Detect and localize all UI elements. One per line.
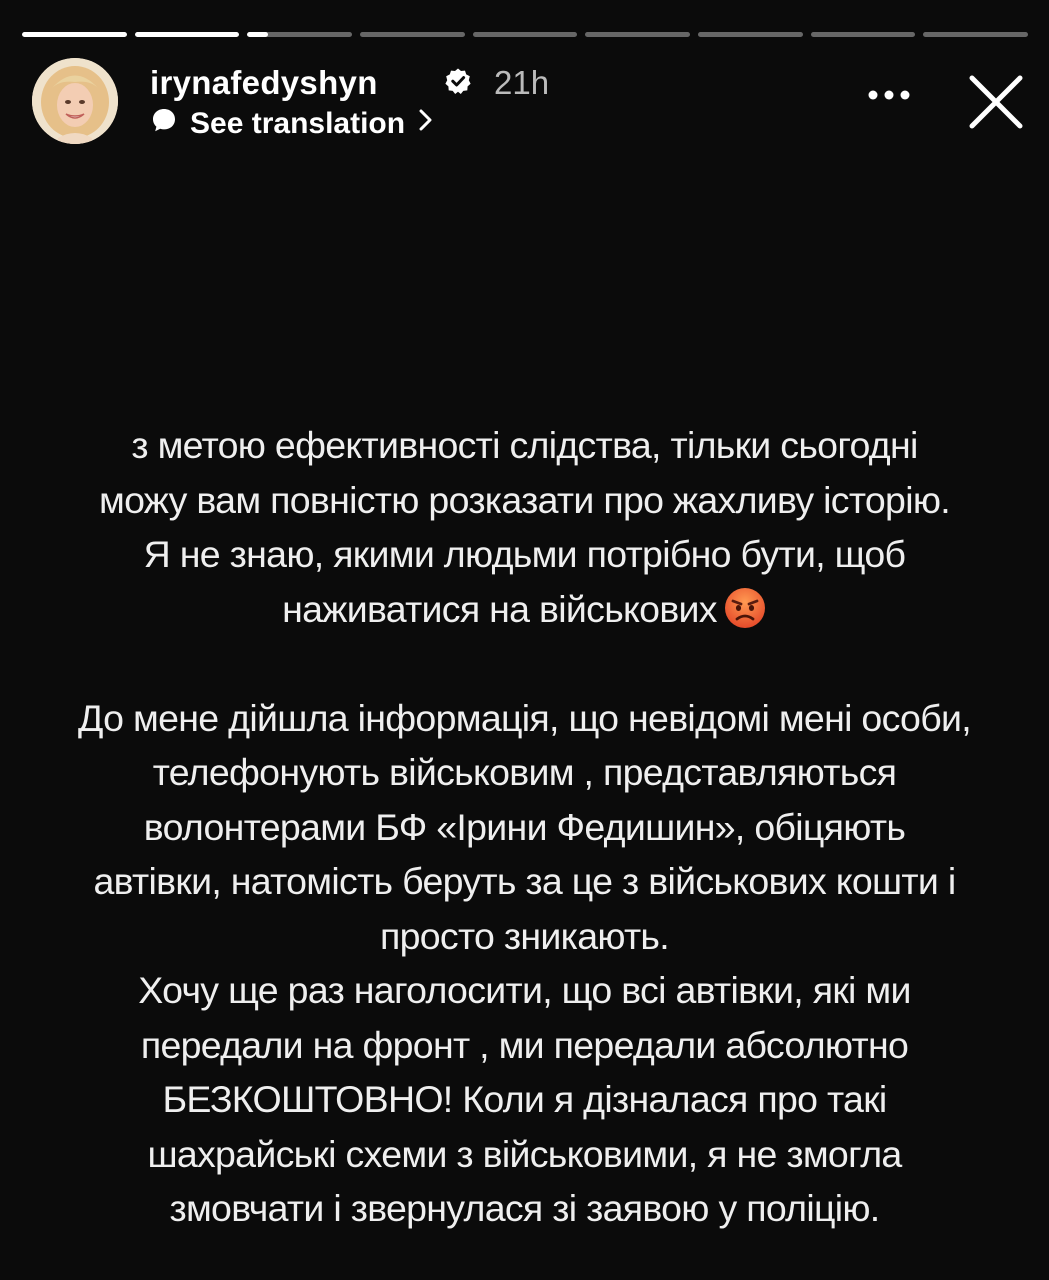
progress-segment-1 — [22, 32, 127, 37]
story-text-line: шахрайські схеми з військовими, я не змо… — [147, 1132, 902, 1175]
story-text-line: телефонують військовим , представляються — [152, 751, 897, 793]
progress-segment-6 — [585, 32, 691, 37]
post-time: 21h — [494, 64, 550, 101]
story-text-line: волонтерами БФ «Ірини Федишин», обіцяють — [143, 805, 906, 848]
progress-segment-4 — [360, 32, 465, 37]
progress-segment-9 — [923, 32, 1029, 37]
story-text-line: змовчати і звернулася зі заявою у поліці… — [169, 1187, 880, 1229]
username[interactable]: irynafedyshyn — [150, 64, 378, 102]
progress-segment-7 — [698, 32, 803, 37]
story-text-line-with-emoji: наживатися на військових — [12, 582, 1037, 637]
progress-segment-3 — [247, 32, 353, 37]
story-text-line: можу вам повністю розказати про жахливу … — [98, 478, 951, 521]
story-text-line: БЕЗКОШТОВНО! Коли я дізналася про такі — [162, 1078, 887, 1120]
story-progress-bar — [22, 32, 1029, 38]
progress-segment-2 — [134, 32, 240, 37]
verified-badge-icon — [444, 67, 472, 95]
progress-segment-8 — [810, 32, 916, 37]
story-text-line: просто зникають. — [380, 914, 670, 957]
story-text-fragment: наживатися на військових — [282, 587, 717, 630]
story-header: irynafedyshyn 21h See translation — [32, 58, 1026, 148]
story-text-line: автівки, натомість беруть за це з військ… — [93, 860, 956, 902]
chevron-right-icon — [417, 106, 435, 142]
story-text-line: Я не знаю, якими людьми потрібно бути, щ… — [143, 533, 906, 575]
angry-face-emoji — [723, 586, 767, 630]
story-text-line: До мене дійшла інформація, що невідомі м… — [78, 696, 972, 739]
more-options-icon[interactable] — [864, 80, 914, 110]
story-text-line: з метою ефективності слідства, тільки сь… — [131, 424, 918, 466]
see-translation-label: See translation — [190, 107, 406, 140]
see-translation-button[interactable]: See translation — [150, 104, 435, 144]
story-text-line: Хочу ще раз наголосити, що всі автівки, … — [138, 969, 911, 1011]
avatar[interactable] — [32, 58, 118, 144]
story-text-line: передали на фронт , ми передали абсолютн… — [140, 1023, 909, 1066]
progress-segment-5 — [472, 32, 578, 37]
story-text: з метою ефективності слідства, тільки сь… — [12, 418, 1037, 1236]
close-icon[interactable] — [966, 72, 1026, 132]
speech-bubble-icon — [150, 106, 178, 142]
